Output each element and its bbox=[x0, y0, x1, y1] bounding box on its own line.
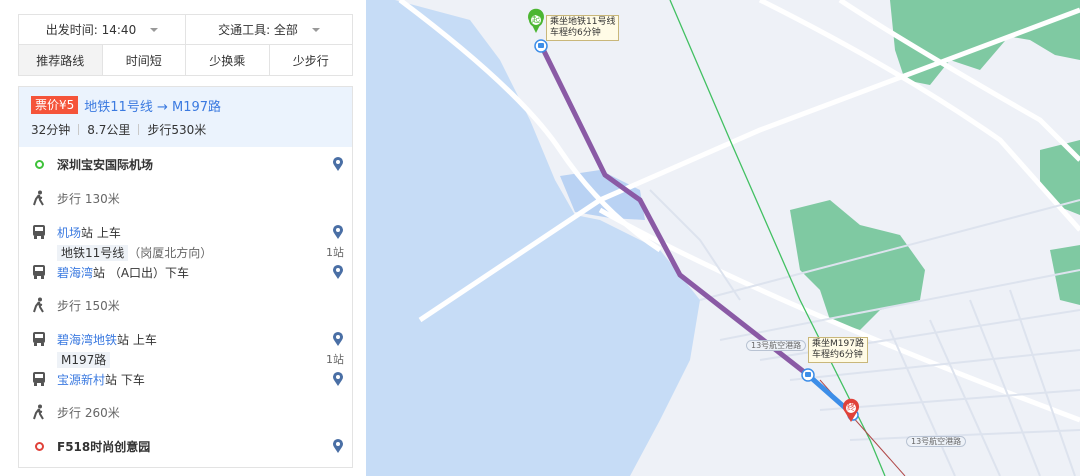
alight-suffix: 站 下车 bbox=[105, 372, 145, 387]
location-pin-icon[interactable] bbox=[332, 371, 344, 387]
route-distance: 8.7公里 bbox=[87, 123, 131, 137]
bus-icon bbox=[31, 371, 47, 387]
origin-name: 深圳宝安国际机场 bbox=[57, 156, 153, 173]
board-text: 机场站 上车 bbox=[57, 224, 121, 241]
step-walk: 步行 130米 bbox=[19, 188, 352, 208]
walk-distance: 步行 150米 bbox=[57, 298, 120, 313]
bus-icon bbox=[31, 264, 47, 280]
step-line-info[interactable]: M197路 1站 bbox=[19, 349, 352, 369]
bus-icon bbox=[31, 224, 47, 240]
location-pin-icon[interactable] bbox=[332, 438, 344, 454]
end-marker-text: 终 bbox=[847, 403, 855, 412]
step-alight: 宝源新村站 下车 bbox=[19, 369, 352, 389]
station-link[interactable]: 机场 bbox=[57, 226, 81, 240]
stop-count: 1站 bbox=[326, 246, 344, 259]
start-marker-text: 起 bbox=[532, 15, 540, 24]
transport-mode-label: 交通工具: 全部 bbox=[218, 23, 298, 37]
fare-badge: 票价¥5 bbox=[31, 96, 79, 114]
station-link[interactable]: 碧海湾地铁 bbox=[57, 333, 117, 347]
transport-mode-dropdown[interactable]: 交通工具: 全部 bbox=[186, 15, 352, 44]
depart-time-label: 出发时间: 14:40 bbox=[45, 23, 137, 37]
transfer-label-line2: 车程约6分钟 bbox=[812, 350, 863, 360]
alight-text: 宝源新村站 下车 bbox=[57, 371, 145, 388]
location-pin-icon[interactable] bbox=[332, 156, 344, 172]
origin-text: 深圳宝安国际机场 bbox=[57, 157, 154, 172]
tab-less-walking[interactable]: 少步行 bbox=[270, 45, 353, 75]
station-link[interactable]: 碧海湾 bbox=[57, 266, 93, 280]
walking-icon bbox=[31, 190, 47, 206]
divider bbox=[78, 124, 80, 135]
step-origin: 深圳宝安国际机场 bbox=[19, 154, 352, 174]
board-suffix: 站 上车 bbox=[117, 332, 157, 347]
step-alight: 碧海湾站 （A口出）下车 bbox=[19, 262, 352, 282]
line-info: 地铁11号线 （岗厦北方向） bbox=[57, 244, 212, 261]
destination-text: F518时尚创意园 bbox=[57, 439, 151, 454]
alight-suffix: 站 （A口出）下车 bbox=[93, 265, 190, 280]
step-walk: 步行 150米 bbox=[19, 295, 352, 315]
depart-time-dropdown[interactable]: 出发时间: 14:40 bbox=[19, 15, 186, 44]
route-duration: 32分钟 bbox=[31, 123, 71, 137]
route-panel: 出发时间: 14:40 交通工具: 全部 推荐路线 时间短 少换乘 少步行 票价… bbox=[0, 0, 366, 476]
start-label-line1: 乘坐地铁11号线 bbox=[550, 17, 616, 27]
tab-shortest-time[interactable]: 时间短 bbox=[103, 45, 186, 75]
board-text: 碧海湾地铁站 上车 bbox=[57, 331, 157, 348]
stop-count: 1站 bbox=[326, 353, 344, 366]
walk-distance: 步行 130米 bbox=[57, 191, 120, 206]
station-link[interactable]: 宝源新村 bbox=[57, 373, 105, 387]
walking-icon bbox=[31, 297, 47, 313]
line-name-tag: 地铁11号线 bbox=[57, 244, 129, 261]
filter-row: 出发时间: 14:40 交通工具: 全部 bbox=[19, 15, 352, 45]
transfer-label-line1: 乘坐M197路 bbox=[812, 339, 864, 349]
route-tabs: 推荐路线 时间短 少换乘 少步行 bbox=[19, 45, 352, 75]
chevron-down-icon bbox=[311, 27, 320, 32]
destination-dot-icon bbox=[31, 438, 47, 454]
divider bbox=[138, 124, 140, 135]
route-summary[interactable]: 票价¥5 地铁11号线 → M197路 32分钟 8.7公里 步行530米 bbox=[19, 87, 352, 147]
start-route-label: 乘坐地铁11号线 车程约6分钟 bbox=[546, 15, 620, 41]
route-name: 地铁11号线 → M197路 bbox=[84, 99, 222, 115]
step-board: 机场站 上车 bbox=[19, 222, 352, 242]
route-detail: 票价¥5 地铁11号线 → M197路 32分钟 8.7公里 步行530米 深圳… bbox=[18, 86, 353, 468]
road-label: 13号航空港路 bbox=[906, 436, 967, 447]
destination-name: F518时尚创意园 bbox=[57, 438, 150, 455]
location-pin-icon[interactable] bbox=[332, 224, 344, 240]
line-name-tag: M197路 bbox=[57, 351, 111, 368]
location-pin-icon[interactable] bbox=[332, 264, 344, 280]
bus-icon bbox=[31, 331, 47, 347]
walking-icon bbox=[31, 404, 47, 420]
tab-fewer-transfers[interactable]: 少换乘 bbox=[186, 45, 270, 75]
step-line-info[interactable]: 地铁11号线 （岗厦北方向） 1站 bbox=[19, 242, 352, 262]
filter-box: 出发时间: 14:40 交通工具: 全部 推荐路线 时间短 少换乘 少步行 bbox=[18, 14, 353, 76]
walk-distance: 步行 260米 bbox=[57, 405, 120, 420]
line-info: M197路 bbox=[57, 351, 111, 368]
tab-recommended[interactable]: 推荐路线 bbox=[19, 45, 103, 75]
location-pin-icon[interactable] bbox=[332, 331, 344, 347]
step-destination: F518时尚创意园 bbox=[19, 436, 352, 456]
road-label: 13号航空港路 bbox=[746, 340, 807, 351]
chevron-down-icon bbox=[150, 27, 159, 32]
line-direction: （岗厦北方向） bbox=[128, 245, 213, 260]
transfer-route-label: 乘坐M197路 车程约6分钟 bbox=[808, 337, 868, 363]
step-walk: 步行 260米 bbox=[19, 402, 352, 422]
alight-text: 碧海湾站 （A口出）下车 bbox=[57, 264, 189, 281]
step-board: 碧海湾地铁站 上车 bbox=[19, 329, 352, 349]
route-walk: 步行530米 bbox=[147, 123, 207, 137]
origin-dot-icon bbox=[31, 156, 47, 172]
start-label-line2: 车程约6分钟 bbox=[550, 28, 601, 38]
board-suffix: 站 上车 bbox=[81, 225, 121, 240]
